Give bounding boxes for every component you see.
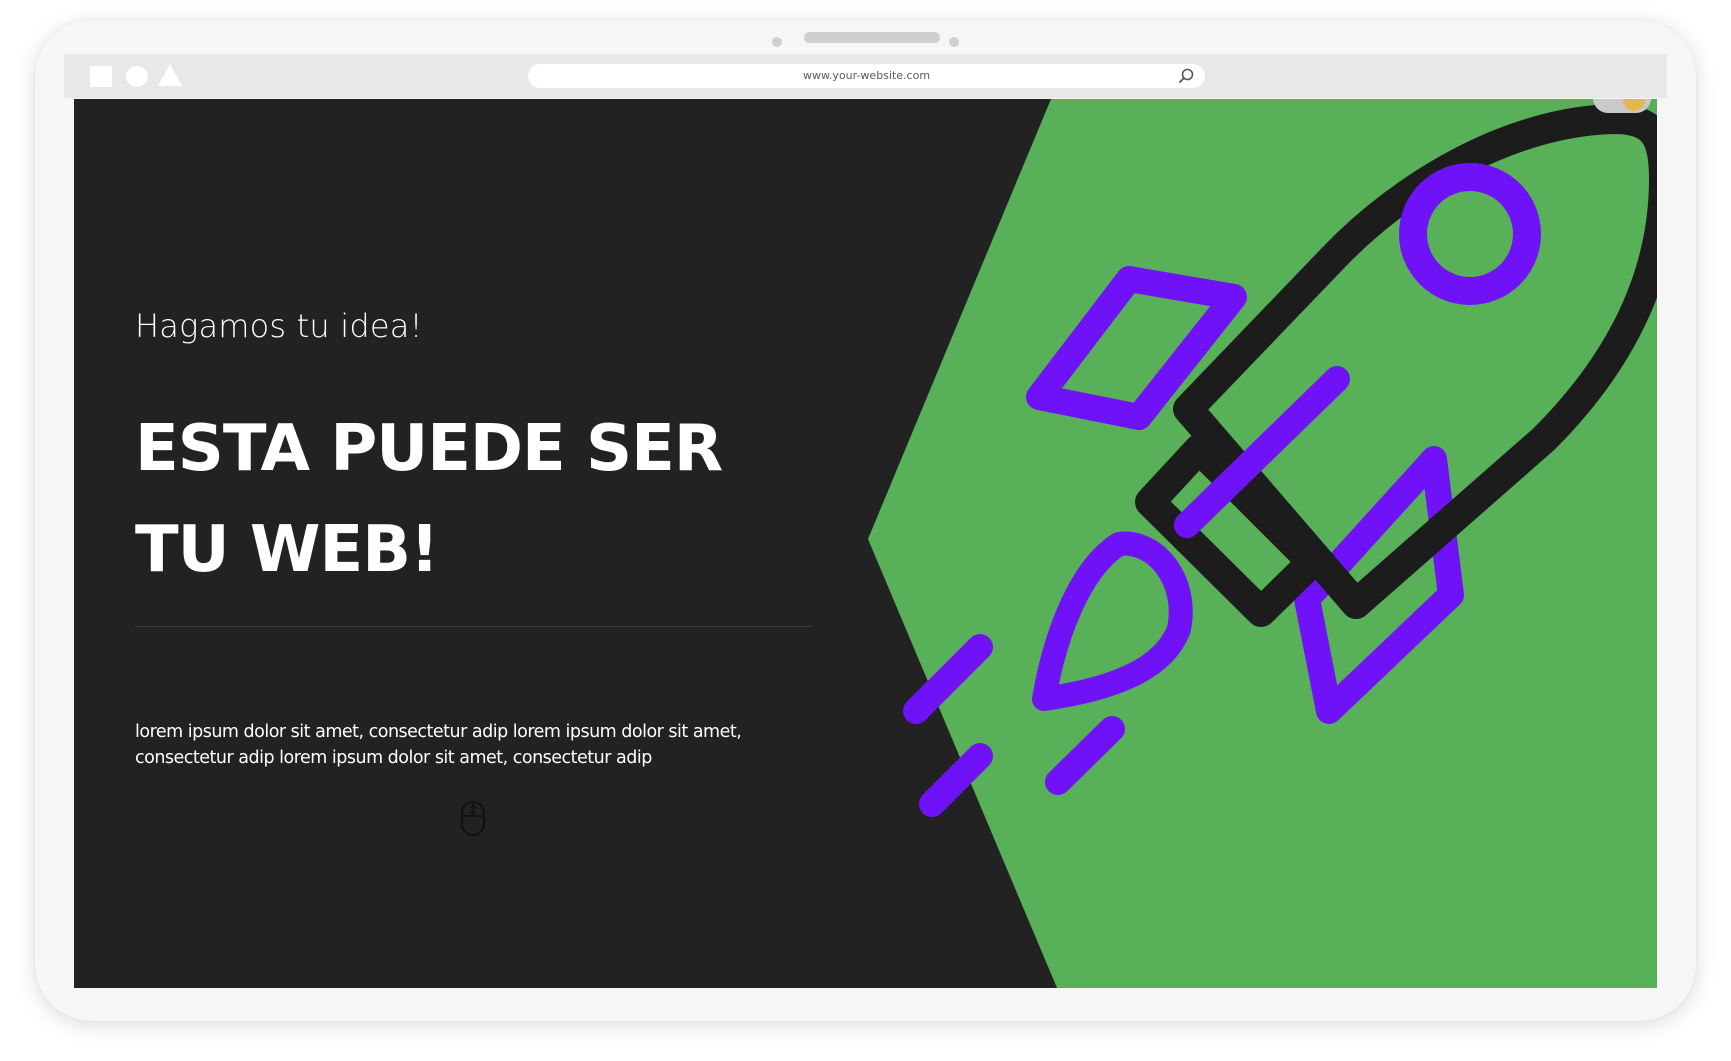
hero-subtitle: Hagamos tu idea! [135,307,423,345]
window-square-icon [90,66,112,87]
search-icon[interactable] [1177,67,1195,85]
website-viewport: Hagamos tu idea! ESTA PUEDE SER TU WEB! … [74,99,1657,988]
mouse-scroll-icon[interactable] [459,800,487,838]
hero-headline: ESTA PUEDE SER TU WEB! [135,412,723,587]
camera-dot-left [772,37,782,47]
speed-line-3 [919,743,993,817]
window-triangle-icon [158,64,182,86]
window-circle-icon [126,66,148,87]
hero-divider [135,626,812,627]
address-bar[interactable]: www.your-website.com [528,64,1205,88]
speaker-grille [804,32,940,43]
url-text: www.your-website.com [802,69,931,82]
hero-body-text: lorem ipsum dolor sit amet, consectetur … [135,722,742,768]
camera-dot-right [949,37,959,47]
